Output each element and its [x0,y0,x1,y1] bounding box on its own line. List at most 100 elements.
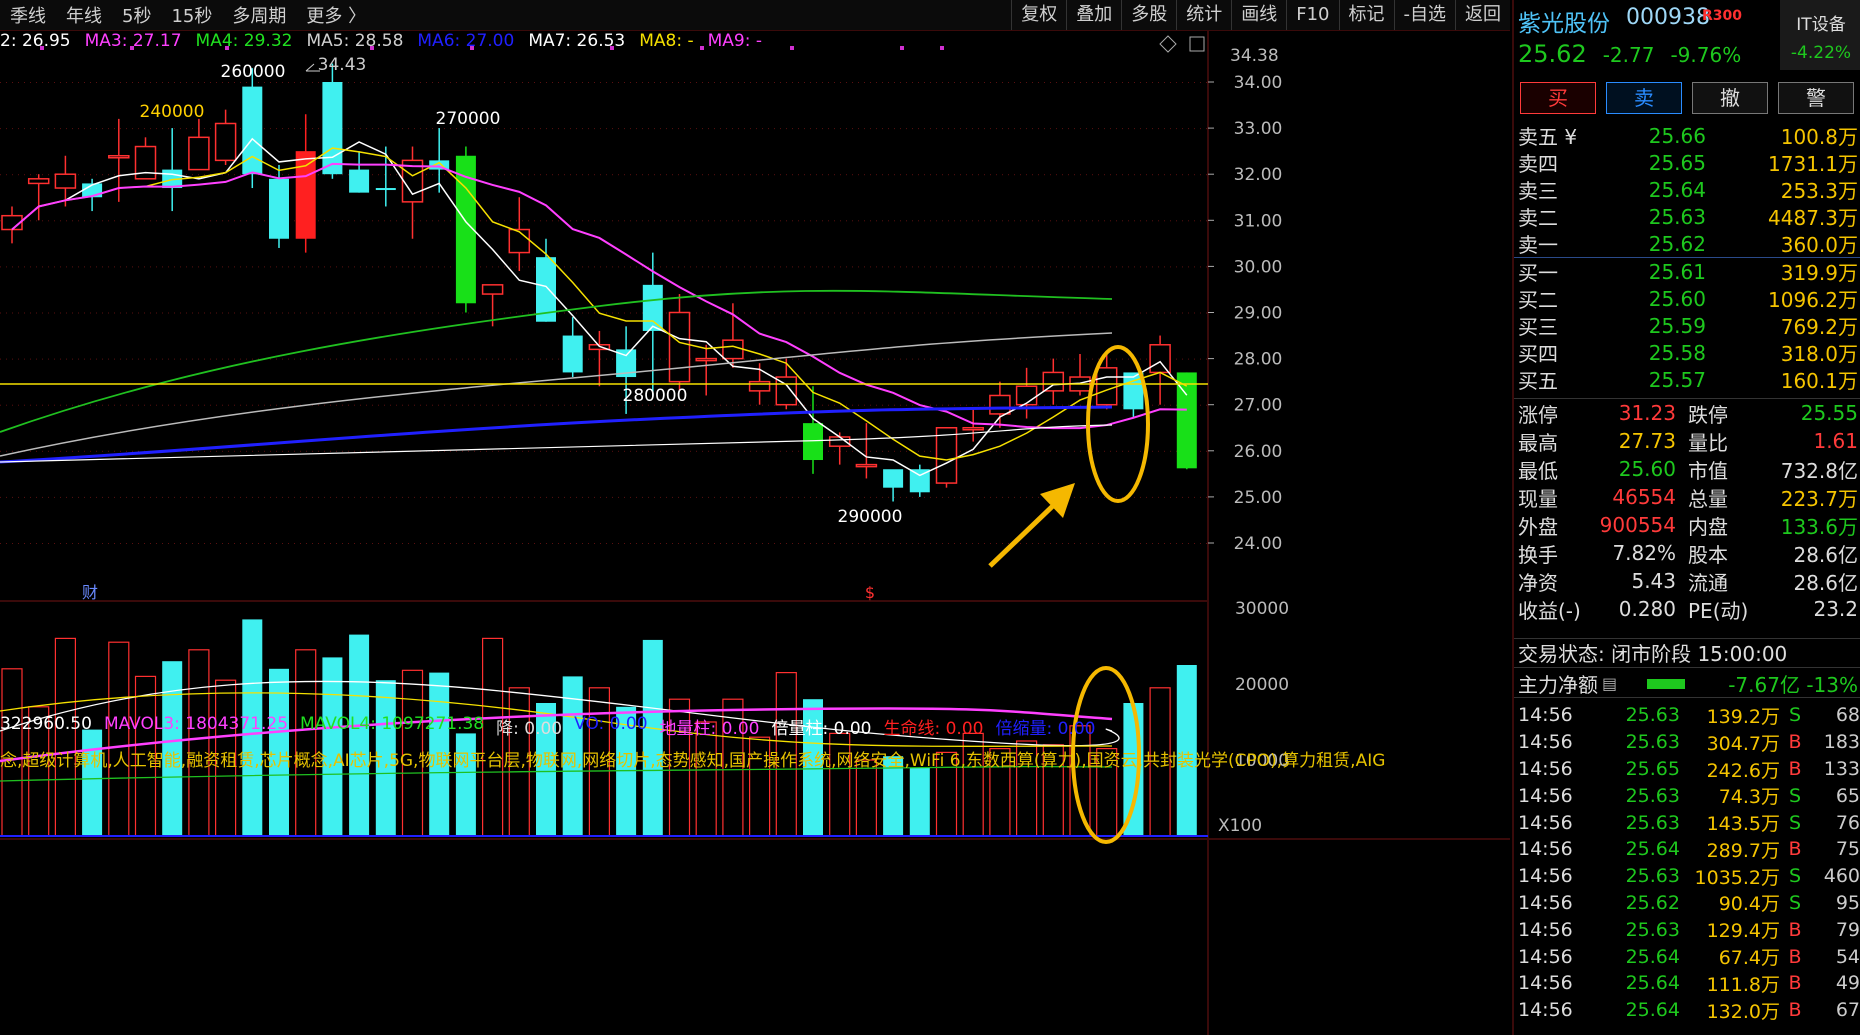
candle-body[interactable] [481,284,504,295]
candle-body[interactable] [508,228,531,254]
tool-menu-item[interactable]: 复权 [1011,0,1066,30]
bid-row[interactable]: 买三 25.59 769.2万 [1514,312,1860,340]
tick-row[interactable]: 14:56 25.64 67.4万 B 54 [1514,943,1860,970]
stock-name[interactable]: 紫光股份 [1518,4,1610,38]
period-tab[interactable]: 5秒 [112,2,161,28]
grid-dot [1194,128,1195,130]
tick-row[interactable]: 14:56 25.64 132.0万 B 67 [1514,997,1860,1024]
tick-list[interactable]: 14:56 25.63 139.2万 S 68 14:56 25.63 304.7万 B 183 1… [1514,702,1860,1024]
candle-body[interactable] [214,122,237,162]
price-tick-label: 31.00 [1234,211,1283,231]
dollar-marker[interactable]: $ [865,583,875,602]
ask-row[interactable]: 卖三 25.64 253.3万 [1514,176,1860,204]
candle-body[interactable] [269,178,289,239]
bid-row[interactable]: 买一 25.61 319.9万 [1514,258,1860,286]
tick-row[interactable]: 14:56 25.63 74.3万 S 65 [1514,782,1860,809]
ask-row[interactable]: 卖五 ¥25.66 100.8万 [1514,122,1860,150]
tool-menu-item[interactable]: 画线 [1231,0,1286,30]
grid-dot [1068,404,1069,406]
candle-body[interactable] [748,380,771,392]
tick-row[interactable]: 14:56 25.64 289.7万 B 75 [1514,836,1860,863]
grid-dot [282,358,283,360]
grid-dot [996,266,997,268]
grid-dot [1014,220,1015,222]
tool-menu-item[interactable]: 多股 [1121,0,1176,30]
grid-dot [162,404,163,406]
tick-row[interactable]: 14:56 25.63 143.5万 S 76 [1514,809,1860,836]
candle-body[interactable] [188,136,210,171]
period-tab[interactable]: 更多 〉 [296,2,376,28]
ask-row[interactable]: 卖一 25.62 360.0万 [1514,230,1860,258]
tick-row[interactable]: 14:56 25.63 139.2万 S 68 [1514,702,1860,729]
panel-toggle-icon[interactable] [1189,36,1205,52]
grid-dot [966,220,967,222]
tool-menu-item[interactable]: 标记 [1338,0,1394,30]
tick-time: 14:56 [1518,757,1573,780]
tool-menu-item[interactable]: 返回 [1455,0,1510,30]
grid-dot [174,496,175,498]
grid-dot [426,312,427,314]
grid-dot [840,220,841,222]
candle-body[interactable] [668,311,691,383]
grid-dot [534,450,535,452]
ask-row[interactable]: 卖二 25.63 4487.3万 [1514,203,1860,231]
period-tab[interactable]: 年线 [56,2,112,28]
grid-dot [846,82,847,83]
tick-row[interactable]: 14:56 25.64 111.8万 B 49 [1514,970,1860,997]
bid-row[interactable]: 买二 25.60 1096.2万 [1514,285,1860,313]
tool-menu-item[interactable]: -自选 [1393,0,1456,30]
candle-body[interactable] [562,335,583,373]
alert-button[interactable]: 警 [1778,82,1854,114]
candle-body[interactable] [322,82,343,175]
tick-row[interactable]: 14:56 25.63 129.4万 B 79 [1514,916,1860,943]
candle-body[interactable] [295,151,316,239]
candle-body[interactable] [27,178,50,185]
grid-dot [744,220,745,222]
candle-body[interactable] [349,169,370,193]
bid-row[interactable]: 买四 25.58 318.0万 [1514,339,1860,367]
candle-body[interactable] [962,427,984,431]
buy-button[interactable]: 买 [1520,82,1596,114]
candle-body[interactable] [1095,367,1118,406]
candle-body[interactable] [54,173,77,189]
candle-body[interactable] [935,427,958,484]
candle-body[interactable] [803,423,823,461]
candle-body[interactable] [375,188,396,191]
candle-body[interactable] [722,339,744,360]
grid-dot [1080,312,1081,314]
period-tab[interactable]: 15秒 [161,2,222,28]
grid-dot [438,312,439,314]
bid-row[interactable]: 买五 25.57 160.1万 [1514,366,1860,394]
candle-body[interactable] [1042,371,1065,392]
cancel-order-button[interactable]: 撤 [1692,82,1768,114]
diamond-icon[interactable] [1159,35,1177,53]
period-tab[interactable]: 多周期 [222,2,296,28]
tool-menu-item[interactable]: F10 [1286,0,1338,30]
ask-row[interactable]: 卖四 25.65 1731.1万 [1514,149,1860,177]
sell-button[interactable]: 卖 [1606,82,1682,114]
grid-dot [888,450,889,452]
level-volume: 1731.1万 [1768,152,1858,176]
tick-row[interactable]: 14:56 25.63 304.7万 B 183 [1514,729,1860,756]
sector-box[interactable]: IT设备 -4.22% [1780,0,1860,70]
finance-marker[interactable]: 财 [82,583,98,602]
tick-row[interactable]: 14:56 25.65 242.6万 B 133 [1514,756,1860,783]
grid-dot [594,82,595,83]
candle-body[interactable] [108,155,130,159]
grid-dot [990,220,991,222]
candle-body[interactable] [1149,344,1171,374]
candle-body[interactable] [1015,385,1038,406]
kline-chart[interactable]: 34.0033.0032.0031.0030.0029.0028.0027.00… [0,31,1510,1035]
tick-row[interactable]: 14:56 25.63 1035.2万 S 460 [1514,863,1860,890]
grid-dot [792,358,793,360]
tool-menu-item[interactable]: 统计 [1176,0,1231,30]
candle-body[interactable] [883,469,904,488]
candle-body[interactable] [855,463,878,468]
tick-row[interactable]: 14:56 25.62 90.4万 S 95 [1514,890,1860,917]
candle-body[interactable] [642,284,663,331]
period-tab[interactable]: 季线 [0,2,56,28]
list-icon[interactable]: ▤ [1602,674,1617,693]
tool-menu-item[interactable]: 叠加 [1066,0,1121,30]
candle-body[interactable] [989,394,1011,415]
candle-body[interactable] [695,357,717,362]
